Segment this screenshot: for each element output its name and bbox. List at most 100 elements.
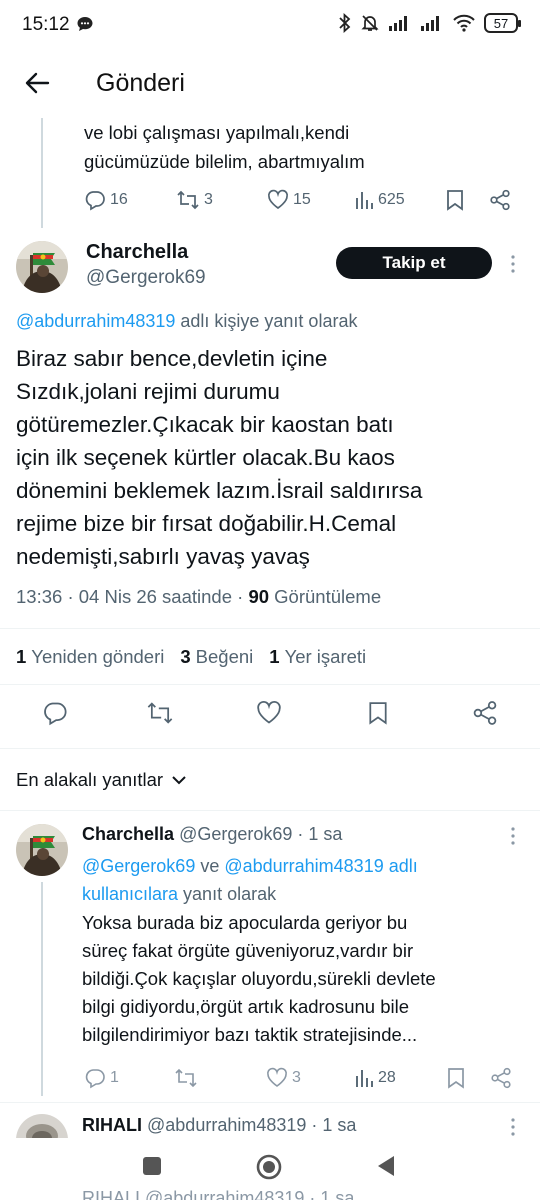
meta-separator: · [67, 586, 74, 607]
replies-sort-dropdown[interactable]: En alakalı yanıtlar [16, 769, 187, 791]
tweet-line: götüremezler.Çıkacak bir kaostan batı [16, 412, 394, 437]
home-button[interactable] [256, 1154, 282, 1180]
parent-tweet-text[interactable]: ve lobi çalışması yapılmalı,kendi gücümü… [84, 118, 524, 176]
more-options-icon[interactable] [506, 1117, 520, 1137]
retweet-button[interactable]: 3 [176, 189, 213, 211]
meta-separator: · [311, 1115, 318, 1135]
bookmark-icon[interactable] [445, 189, 465, 211]
tweet-line: nedemişti,sabırlı yavaş yavaş [16, 544, 310, 569]
view-count: 625 [378, 191, 405, 208]
reply-button[interactable]: 16 [84, 189, 128, 211]
view-count: 90 [248, 586, 270, 607]
replying-suffix: adlı kişiye yanıt olarak [175, 311, 358, 331]
status-bar: 15:12 57 [0, 0, 540, 48]
author-handle[interactable]: @abdurrahim48319 [147, 1115, 306, 1135]
views-button[interactable]: 625 [354, 189, 405, 211]
bookmark-icon[interactable] [446, 1067, 466, 1089]
retweet-icon [175, 1068, 197, 1088]
avatar[interactable] [16, 241, 68, 293]
retweet-count: 1 [16, 646, 27, 667]
views-chart-icon [356, 1070, 373, 1087]
bookmarks-stat[interactable]: 1 Yer işareti [269, 646, 366, 668]
thread-connector-line [41, 882, 43, 1096]
author-name[interactable]: Charchella [86, 241, 188, 264]
like-label: Beğeni [195, 646, 254, 667]
meta-separator: · [297, 824, 304, 844]
avatar[interactable] [16, 824, 68, 876]
status-time: 15:12 [22, 14, 70, 35]
tweet-action-bar [0, 700, 540, 734]
recents-button[interactable] [142, 1156, 162, 1176]
back-button[interactable] [376, 1155, 396, 1177]
divider [0, 810, 540, 811]
divider [0, 684, 540, 685]
bookmark-count: 1 [269, 646, 280, 667]
like-button[interactable]: 3 [266, 1067, 301, 1089]
author-name[interactable]: RIHALI [82, 1115, 142, 1135]
reply-line: bildiği.Çok kaçışlar oluyordu,sürekli de… [82, 968, 436, 989]
mention-link[interactable]: @Gergerok69 [82, 856, 195, 876]
views-chart-icon [356, 192, 373, 209]
reply-icon[interactable] [42, 700, 68, 726]
follow-button[interactable]: Takip et [336, 247, 492, 279]
tweet-line: Sızdık,jolani rejimi durumu [16, 379, 280, 404]
reply-line: bilgi gidiyordu,örgüt artık kadrosunu bi… [82, 996, 410, 1017]
tweet-line: için ilk seçenek kürtler olacak.Bu kaos [16, 445, 395, 470]
tweet-date: 04 Nis 26 saatinde [78, 586, 232, 607]
mention-link[interactable]: @abdurrahim48319 [224, 856, 383, 876]
author-handle[interactable]: @Gergerok69 [179, 824, 292, 844]
divider [0, 748, 540, 749]
tweet-meta: 13:36 · 04 Nis 26 saatinde · 90 Görüntül… [16, 586, 381, 608]
likes-stat[interactable]: 3 Beğeni [180, 646, 253, 668]
heart-icon[interactable] [256, 700, 282, 726]
bookmark-icon[interactable] [367, 700, 389, 726]
retweet-icon[interactable] [146, 700, 174, 726]
views-button[interactable]: 28 [354, 1067, 396, 1089]
author-handle[interactable]: @Gergerok69 [86, 267, 206, 289]
thread-connector-line [41, 118, 43, 228]
mute-bell-icon [360, 13, 380, 33]
back-arrow-icon[interactable] [24, 70, 50, 96]
mention-connector: ve [195, 856, 225, 876]
mention-suffix[interactable]: adlı [384, 856, 418, 876]
reply-age: 1 sa [308, 824, 343, 844]
like-count: 15 [293, 191, 311, 208]
parent-tweet-actions: 16 3 15 625 [84, 188, 514, 212]
retweets-stat[interactable]: 1 Yeniden gönderi [16, 646, 164, 668]
next-reply-peek: RIHALI @abdurrahim48319 · 1 sa [82, 1188, 355, 1200]
share-icon[interactable] [490, 1067, 512, 1089]
bookmark-label: Yer işareti [284, 646, 367, 667]
bluetooth-icon [338, 13, 352, 33]
replying-to: @abdurrahim48319 adlı kişiye yanıt olara… [16, 311, 357, 332]
tweet-line: dönemini beklemek lazım.İsrail saldırırs… [16, 478, 423, 503]
reply-age: 1 sa [322, 1115, 357, 1135]
more-options-icon[interactable] [506, 254, 520, 274]
reply-button[interactable]: 1 [84, 1067, 119, 1089]
retweet-icon [177, 190, 199, 210]
like-button[interactable]: 15 [267, 189, 311, 211]
reply-header: Charchella @Gergerok69 · 1 sa [82, 824, 342, 845]
share-icon[interactable] [472, 700, 498, 726]
parent-tweet-line: gücümüzüde bilelim, abartmıyalım [84, 151, 365, 172]
tweet-time: 13:36 [16, 586, 63, 607]
reply-body[interactable]: Yoksa burada biz apoculardа geriyor bu s… [82, 909, 512, 1049]
more-options-icon[interactable] [506, 826, 520, 846]
engagement-stats: 1 Yeniden gönderi 3 Beğeni 1 Yer işareti [16, 646, 366, 668]
heart-icon [267, 189, 289, 210]
author-name[interactable]: Charchella [82, 824, 174, 844]
meta-separator: · [237, 586, 244, 607]
signal-icon-2 [420, 14, 444, 32]
tweet-line: Biraz sabır bence,devletin içine [16, 346, 328, 371]
top-bar: Gönderi [0, 52, 540, 118]
reply-icon [85, 1069, 105, 1089]
mention-link[interactable]: @abdurrahim48319 [16, 311, 175, 331]
share-icon[interactable] [489, 189, 511, 211]
retweet-button[interactable] [174, 1067, 198, 1089]
mention-link[interactable]: kullanıcılara [82, 884, 178, 904]
page-title: Gönderi [96, 69, 185, 97]
retweet-label: Yeniden gönderi [31, 646, 165, 667]
reply-count: 16 [110, 191, 128, 208]
heart-icon [267, 1067, 287, 1087]
battery-icon: 57 [484, 13, 521, 33]
reply-line: süreç fakat örgüte güveniyoruz,vardır bi… [82, 940, 414, 961]
